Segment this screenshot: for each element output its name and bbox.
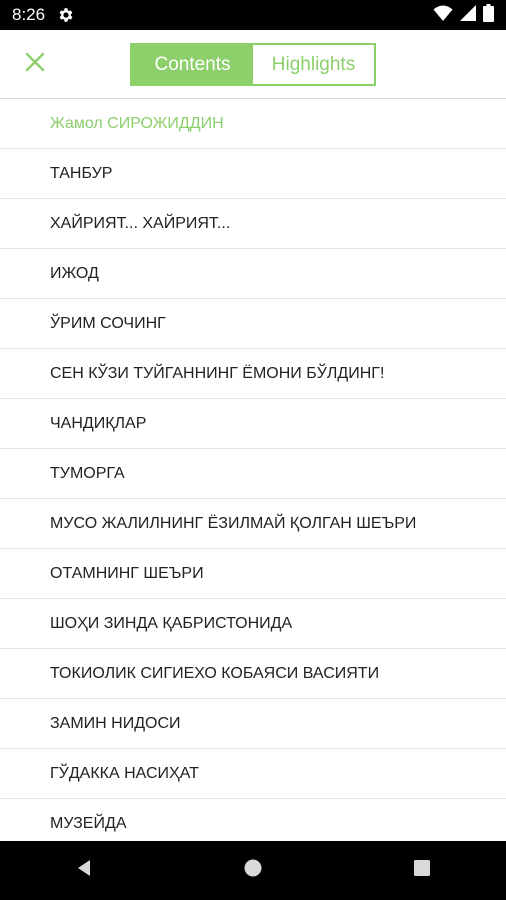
contents-item[interactable]: ШОҲИ ЗИНДА ҚАБРИСТОНИДА (0, 599, 506, 649)
contents-item[interactable]: ИЖОД (0, 249, 506, 299)
gear-icon (57, 6, 75, 24)
contents-list: Жамол СИРОЖИДДИН ТАНБУР ХАЙРИЯТ... ХАЙРИ… (0, 99, 506, 841)
nav-recents-button[interactable] (392, 841, 452, 900)
signal-icon (459, 4, 477, 27)
close-button[interactable] (18, 47, 52, 81)
tab-highlights[interactable]: Highlights (253, 45, 374, 84)
recents-icon (412, 858, 432, 883)
contents-item-author[interactable]: Жамол СИРОЖИДДИН (0, 99, 506, 149)
contents-item[interactable]: ЎРИМ СОЧИНГ (0, 299, 506, 349)
battery-icon (483, 3, 494, 27)
tab-contents[interactable]: Contents (132, 45, 253, 84)
system-nav-bar (0, 841, 506, 900)
reader-contents-screen: 8:26 Contents Highlights Жамол СИРОЖИДДИ… (0, 0, 506, 900)
contents-item[interactable]: ГЎДАККА НАСИҲАТ (0, 749, 506, 799)
close-icon (24, 51, 46, 78)
contents-item[interactable]: ЗАМИН НИДОСИ (0, 699, 506, 749)
contents-item[interactable]: ЧАНДИҚЛАР (0, 399, 506, 449)
contents-item[interactable]: ХАЙРИЯТ... ХАЙРИЯТ... (0, 199, 506, 249)
contents-item[interactable]: ТОКИОЛИК СИГИЕХО КОБАЯСИ ВАСИЯТИ (0, 649, 506, 699)
contents-item[interactable]: МУСО ЖАЛИЛНИНГ ЁЗИЛМАЙ ҚОЛГАН ШЕЪРИ (0, 499, 506, 549)
contents-item[interactable]: СЕН КЎЗИ ТУЙГАННИНГ ЁМОНИ БЎЛДИНГ! (0, 349, 506, 399)
wifi-icon (433, 4, 453, 27)
top-toolbar: Contents Highlights (0, 30, 506, 99)
contents-item[interactable]: ТАНБУР (0, 149, 506, 199)
status-time: 8:26 (12, 5, 46, 24)
contents-item[interactable]: ОТАМНИНГ ШЕЪРИ (0, 549, 506, 599)
contents-item[interactable]: ТУМОРГА (0, 449, 506, 499)
nav-back-button[interactable] (54, 841, 114, 900)
status-icons (433, 3, 494, 27)
status-bar: 8:26 (0, 0, 506, 30)
contents-item[interactable]: МУЗЕЙДА (0, 799, 506, 841)
home-icon (243, 858, 263, 883)
contents-highlights-toggle: Contents Highlights (130, 43, 376, 86)
nav-home-button[interactable] (223, 841, 283, 900)
back-icon (74, 858, 94, 883)
